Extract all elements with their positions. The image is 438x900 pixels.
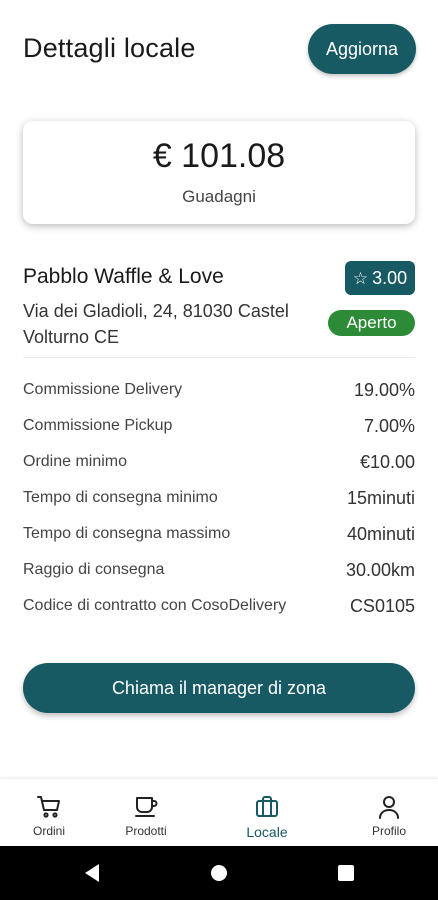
rating-badge: ☆ 3.00 — [345, 261, 415, 295]
bottom-nav: Ordini Prodotti Locale Profilo — [0, 778, 438, 846]
detail-label: Commissione Delivery — [23, 381, 183, 398]
store-address: Via dei Gladioli, 24, 81030 Castel Voltu… — [23, 301, 289, 347]
store-name: Pabblo Waffle & Love — [23, 265, 224, 288]
detail-label: Tempo di consegna massimo — [23, 525, 231, 542]
recents-icon[interactable] — [333, 860, 359, 886]
nav-label: Profilo — [371, 824, 406, 838]
refresh-button[interactable]: Aggiorna — [308, 24, 416, 74]
nav-item-ordini[interactable]: Ordini — [18, 779, 80, 847]
status-badge: Aperto — [328, 310, 415, 336]
rating-value: 3.00 — [372, 267, 408, 288]
detail-label: Commissione Pickup — [23, 417, 173, 434]
nav-item-prodotti[interactable]: Prodotti — [114, 779, 178, 847]
cart-icon — [36, 794, 62, 820]
detail-row-max-delivery-time: Tempo di consegna massimo 40minuti — [23, 516, 415, 552]
call-zone-manager-button[interactable]: Chiama il manager di zona — [23, 663, 415, 713]
detail-label: Raggio di consegna — [23, 561, 165, 578]
earnings-label: Guadagni — [182, 187, 256, 206]
back-icon[interactable] — [79, 860, 105, 886]
detail-value: 19.00% — [353, 379, 415, 400]
detail-row-min-delivery-time: Tempo di consegna minimo 15minuti — [23, 480, 415, 516]
divider — [23, 357, 415, 358]
detail-value: 40minuti — [346, 523, 415, 544]
nav-item-locale[interactable]: Locale — [236, 779, 298, 847]
detail-label: Tempo di consegna minimo — [23, 489, 218, 506]
nav-item-profilo[interactable]: Profilo — [358, 779, 420, 847]
detail-value: 7.00% — [363, 415, 415, 436]
briefcase-icon — [254, 794, 280, 820]
detail-row-delivery-radius: Raggio di consegna 30.00km — [23, 552, 415, 588]
page-title: Dettagli locale — [23, 33, 196, 63]
system-nav-bar — [0, 846, 438, 900]
home-icon[interactable] — [206, 860, 232, 886]
detail-label: Ordine minimo — [23, 453, 128, 470]
details-list: Commissione Delivery 19.00% Commissione … — [23, 372, 415, 624]
star-icon: ☆ — [352, 268, 369, 288]
detail-row-delivery-commission: Commissione Delivery 19.00% — [23, 372, 415, 408]
detail-value: €10.00 — [359, 451, 415, 472]
header: Dettagli locale Aggiorna — [0, 0, 438, 100]
detail-row-minimum-order: Ordine minimo €10.00 — [23, 444, 415, 480]
detail-value: 15minuti — [346, 487, 415, 508]
nav-label: Locale — [246, 824, 288, 840]
detail-value: CS0105 — [349, 595, 415, 616]
nav-label: Prodotti — [125, 824, 167, 838]
nav-label: Ordini — [32, 824, 65, 838]
detail-row-pickup-commission: Commissione Pickup 7.00% — [23, 408, 415, 444]
earnings-card: € 101.08 Guadagni — [23, 121, 415, 224]
person-icon — [376, 794, 402, 820]
detail-label: Codice di contratto con CosoDelivery — [23, 597, 287, 614]
coffee-cup-icon — [133, 794, 159, 820]
earnings-amount: € 101.08 — [152, 137, 286, 175]
detail-value: 30.00km — [345, 559, 415, 580]
detail-row-contract-code: Codice di contratto con CosoDelivery CS0… — [23, 588, 415, 624]
